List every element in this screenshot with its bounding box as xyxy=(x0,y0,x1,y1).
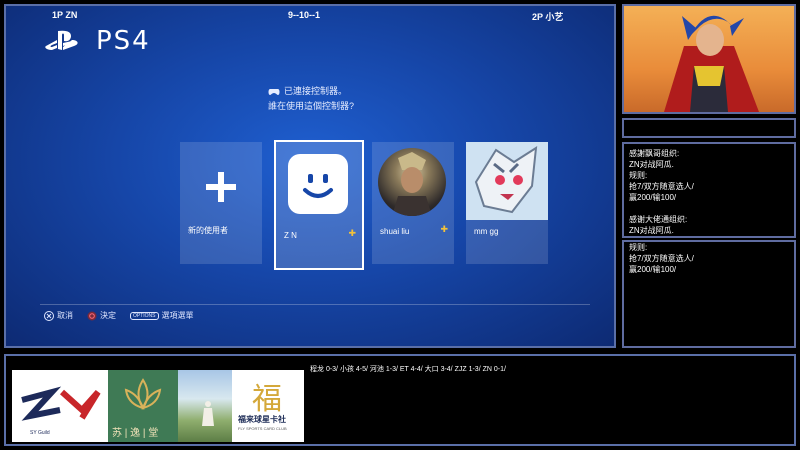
syg-logo-sub: SY Guild xyxy=(30,430,50,436)
creature-avatar xyxy=(466,142,548,220)
note-line: 规则: xyxy=(629,171,648,180)
note-line: ZN对战阿瓜. xyxy=(629,160,674,169)
fulai-card-club-logo: 福 福来球星卡社 FLY SPORTS CARD CLUB xyxy=(232,370,304,442)
player1-label: 1P ZN xyxy=(52,10,78,20)
plus-icon xyxy=(206,172,236,202)
fu-glyph: 福 xyxy=(252,382,282,417)
circle-button-icon xyxy=(87,311,97,320)
button-hints: 取消 決定 OPTIONS 選項選單 xyxy=(44,310,194,321)
note-line: 赢200/输100/ xyxy=(629,265,677,274)
ps-plus-icon: ✚ xyxy=(440,224,448,234)
character-art xyxy=(664,15,759,112)
empty-panel xyxy=(622,118,796,138)
fulai-logo-sub: FLY SPORTS CARD CLUB xyxy=(238,426,287,431)
user-name: shuai liu xyxy=(380,227,410,236)
smiley-face-icon xyxy=(303,174,333,198)
options-menu-label: 選項選單 xyxy=(161,311,194,320)
suyitang-logo: 苏 | 逸 | 堂 xyxy=(108,370,178,442)
suyitang-logo-text: 苏 | 逸 | 堂 xyxy=(112,428,159,439)
user-tile-zn[interactable]: Z N ✚ xyxy=(274,140,364,270)
user-name: Z N xyxy=(284,231,297,240)
cancel-label: 取消 xyxy=(57,311,73,320)
rules-panel: 规则: 抢7/双方随意选人/ 赢200/输100/ xyxy=(622,240,796,348)
divider xyxy=(40,304,590,305)
confirm-label: 決定 xyxy=(100,311,116,320)
note-line: 抢7/双方随意选人/ xyxy=(629,182,694,191)
fulai-logo-text: 福来球星卡社 xyxy=(238,415,286,424)
note-line: ZN对战阿瓜. xyxy=(629,226,674,235)
field-photo xyxy=(178,370,232,442)
user-tile-new[interactable]: 新的使用者 xyxy=(180,142,262,264)
note-line: 感谢大佬通组织: xyxy=(629,215,688,224)
note-line: 赢200/输100/ xyxy=(629,193,677,202)
controller-icon xyxy=(268,88,280,95)
player2-label: 2P 小艺 xyxy=(532,12,564,22)
options-button-icon: OPTIONS xyxy=(130,311,159,320)
sponsor-banner: 程龙 0-3/ 小孩 4-5/ 河池 1-3/ ET 4-4/ 大口 3-4/ … xyxy=(4,354,796,446)
controller-prompt: 已連接控制器。 誰在使用這個控制器? xyxy=(268,84,354,114)
who-is-using-text: 誰在使用這個控制器? xyxy=(268,101,355,111)
sponsor-notes-panel: 感謝飘哥组织: ZN对战阿瓜. 规则: 抢7/双方随意选人/ 赢200/输100… xyxy=(622,142,796,238)
ps-plus-icon: ✚ xyxy=(348,228,356,238)
note-line: 抢7/双方随意选人/ xyxy=(629,254,694,263)
lotus-icon xyxy=(124,378,162,410)
syg-logo-icon xyxy=(21,386,101,421)
ps4-logo: PS4 xyxy=(44,26,151,56)
user-tile-shuai-liu[interactable]: shuai liu ✚ xyxy=(372,142,454,264)
character-portrait xyxy=(622,4,796,114)
user-tile-mm-gg[interactable]: mm gg xyxy=(466,142,548,264)
note-line: 感謝飘哥组织: xyxy=(629,149,680,158)
cancel-hint[interactable]: 取消 xyxy=(44,310,73,321)
score-ticker: 程龙 0-3/ 小孩 4-5/ 河池 1-3/ ET 4-4/ 大口 3-4/ … xyxy=(310,366,506,373)
options-hint[interactable]: OPTIONS 選項選單 xyxy=(130,310,194,321)
ps4-logo-text: PS4 xyxy=(96,26,151,56)
cross-button-icon xyxy=(44,310,54,321)
note-line-blank xyxy=(629,203,789,214)
smiley-avatar xyxy=(288,154,348,214)
ps4-user-select-screen: 1P ZN 9--10--1 2P 小艺 PS4 已連接控制器。 誰在使用這個控… xyxy=(4,4,616,348)
playstation-icon xyxy=(45,30,78,50)
user-name: mm gg xyxy=(474,227,499,236)
controller-connected-text: 已連接控制器。 xyxy=(284,86,348,96)
confirm-hint[interactable]: 決定 xyxy=(87,310,116,321)
warrior-avatar xyxy=(378,148,446,216)
user-name: 新的使用者 xyxy=(188,226,228,235)
syg-logo: SY Guild xyxy=(12,370,108,442)
note-line: 规则: xyxy=(629,243,648,252)
match-score: 9--10--1 xyxy=(288,10,321,20)
person-figure-icon xyxy=(202,401,214,426)
